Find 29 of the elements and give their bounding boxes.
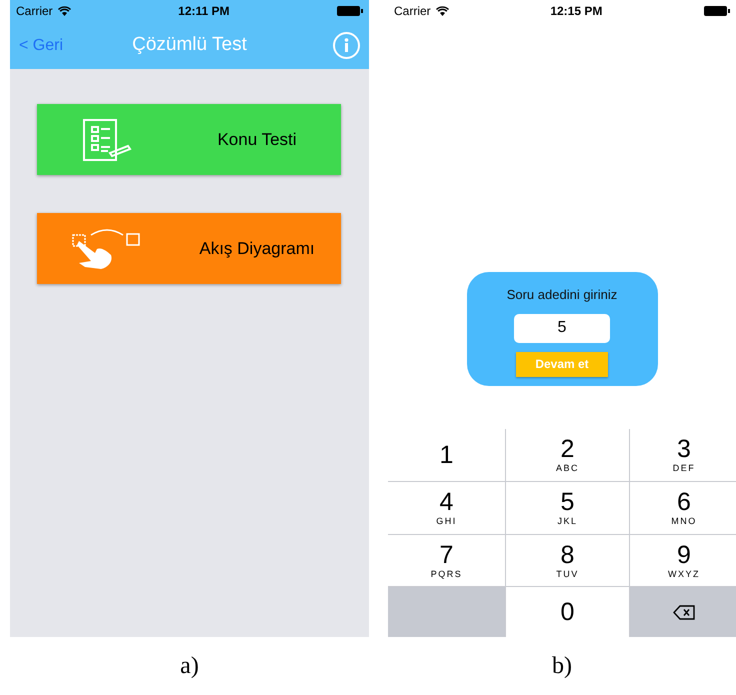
wifi-icon xyxy=(436,6,449,16)
figure-caption: a) xyxy=(180,652,199,681)
battery-icon xyxy=(704,6,730,16)
menu-button[interactable]: Akış Diyagramı xyxy=(37,213,341,284)
carrier-name: Carrier xyxy=(16,3,53,20)
dialog-prompt: Soru adedini giriniz xyxy=(506,286,618,304)
checklist-icon xyxy=(82,118,132,162)
keypad-key[interactable]: 4 GHI xyxy=(388,482,505,534)
figure-caption: b) xyxy=(552,652,572,681)
keypad-key[interactable]: 7 PQRS xyxy=(388,535,505,586)
status-time: 12:11 PM xyxy=(178,3,230,20)
info-icon[interactable] xyxy=(333,32,360,59)
keypad-key[interactable]: 0 xyxy=(506,587,629,637)
carrier-name: Carrier xyxy=(394,3,431,20)
wifi-icon xyxy=(58,6,71,16)
keypad-key[interactable]: 1 xyxy=(388,429,505,481)
number-field[interactable]: 5 xyxy=(514,314,610,342)
status-time: 12:15 PM xyxy=(550,3,602,20)
nav-title: Çözümlü Test xyxy=(132,33,247,58)
hand-tap-icon xyxy=(71,226,143,270)
backspace-icon xyxy=(672,604,696,620)
keypad-key[interactable]: 8 TUV xyxy=(506,535,629,586)
keypad-key[interactable]: 5 JKL xyxy=(506,482,629,534)
keypad-key[interactable]: 6 MNO xyxy=(630,482,736,534)
keypad-key[interactable]: 9 WXYZ xyxy=(630,535,736,586)
keypad-key[interactable]: 3 DEF xyxy=(630,429,736,481)
menu-button[interactable]: Konu Testi xyxy=(37,104,341,175)
battery-icon xyxy=(336,6,363,16)
keypad-key[interactable]: 2 ABC xyxy=(506,429,629,481)
